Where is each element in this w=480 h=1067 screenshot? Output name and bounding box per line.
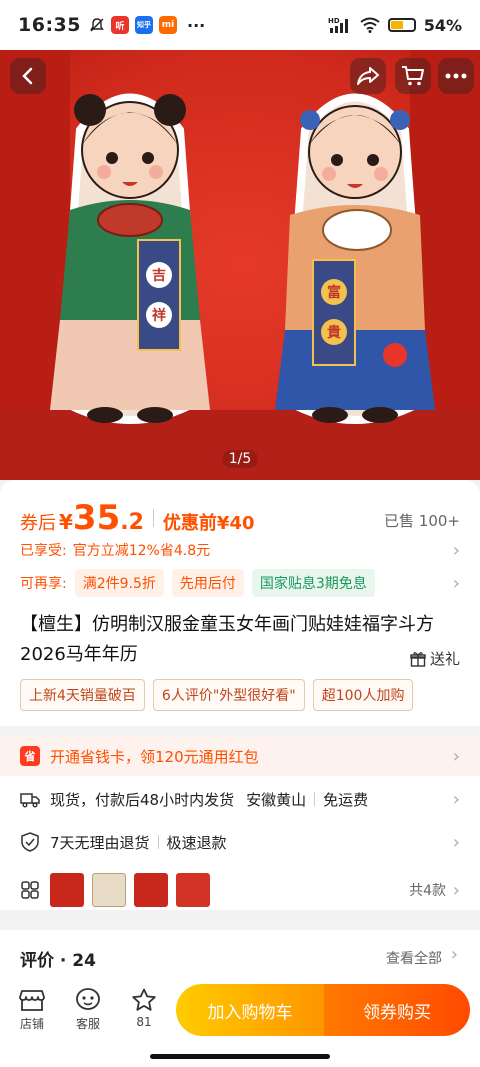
wifi-icon [360, 17, 380, 33]
chevron-right-icon: › [452, 788, 460, 810]
chat-face-icon [76, 988, 100, 1010]
status-bar: 16:35 听 知乎 mi ··· HD 54% [0, 0, 480, 50]
share-icon [357, 67, 379, 85]
tag-new-sales: 上新4天销量破百 [20, 679, 145, 711]
variant-thumb-4[interactable] [176, 873, 210, 907]
available-label: 可再享: [20, 576, 67, 592]
price-prefix: 券后 [20, 513, 56, 534]
badge-char-xiang: 祥 [152, 307, 166, 324]
more-offers-row[interactable]: 可再享: 满2件9.5折 先用后付 国家贴息3期免息 › [20, 568, 460, 598]
offer-pill-pay-later[interactable]: 先用后付 [171, 569, 244, 597]
service-label: 客服 [75, 1017, 100, 1031]
gift-button[interactable]: 送礼 [410, 648, 460, 669]
view-all-reviews-link[interactable]: 查看全部 [386, 948, 442, 968]
price-row: 券后 ¥ 35 .2 优惠前¥40 [20, 498, 255, 538]
battery-percent: 54% [423, 15, 462, 35]
more-button[interactable] [438, 58, 474, 94]
product-figure-left: 吉 祥 [50, 93, 210, 424]
product-title: 【檀生】仿明制汉服金童玉女年画门贴娃娃福字斗方2026马年年历 [20, 614, 434, 665]
returns-text: 7天无理由退货 [50, 833, 150, 852]
coupon-banner[interactable]: 省 开通省钱卡，领120元通用红包 › [0, 736, 480, 776]
chevron-right-icon: › [452, 745, 460, 767]
battery-icon [387, 18, 416, 32]
app-icon-ting: 听 [110, 16, 129, 34]
status-time: 16:35 [18, 14, 81, 36]
buy-with-coupon-button[interactable]: 领券购买 [324, 984, 470, 1036]
enjoyed-text: 官方立减12%省4.8元 [72, 543, 211, 559]
shield-check-icon [21, 832, 39, 852]
enjoyed-discount-row[interactable]: 已享受: 官方立减12%省4.8元 › [20, 538, 460, 562]
variants-count: 共4款 [409, 883, 446, 899]
app-icon-mi: mi [158, 16, 177, 34]
product-info-panel: 券后 ¥ 35 .2 优惠前¥40 已售 100+ 已享受: 官方立减12%省4… [0, 480, 480, 910]
badge-char-fu: 富 [327, 284, 341, 301]
shipping-location: 安徽黄山 [246, 790, 307, 809]
store-button[interactable]: 店铺 [12, 988, 52, 1032]
back-button[interactable] [10, 58, 46, 94]
shipping-row[interactable]: 现货，付款后48小时内发货 安徽黄山 免运费 › [20, 784, 460, 814]
highlight-tags: 上新4天销量破百 6人评价"外型很好看" 超100人加购 [20, 678, 460, 712]
home-indicator[interactable] [150, 1054, 330, 1059]
tag-added-to-cart: 超100人加购 [312, 679, 414, 711]
price-before-discount: 优惠前¥40 [162, 513, 255, 534]
chevron-right-icon: › [452, 879, 460, 901]
grid-icon [21, 881, 39, 899]
favorite-button[interactable]: 81 [124, 988, 164, 1029]
cart-icon [402, 66, 424, 86]
shipping-fee: 免运费 [323, 790, 369, 809]
signal-icon: HD [328, 17, 348, 33]
coupon-text: 开通省钱卡，领120元通用红包 [50, 747, 259, 766]
offer-pill-installment[interactable]: 国家贴息3期免息 [251, 569, 375, 597]
gift-icon [410, 651, 426, 667]
more-dots-icon: ··· [186, 15, 206, 35]
offer-pill-bundle[interactable]: 满2件9.5折 [74, 569, 164, 597]
share-button[interactable] [350, 58, 386, 94]
shipping-text: 现货，付款后48小时内发货 [50, 790, 235, 809]
chevron-right-icon: › [452, 539, 460, 561]
svg-text:HD: HD [328, 17, 340, 25]
tag-reviews: 6人评价"外型很好看" [152, 679, 305, 711]
badge-char-gui: 貴 [327, 324, 341, 341]
mute-icon [90, 18, 104, 32]
store-icon [19, 990, 45, 1011]
status-app-icons: 听 知乎 mi ··· [89, 16, 205, 35]
product-figure-right: 富 貴 [275, 93, 435, 424]
back-arrow-icon [22, 67, 33, 85]
chevron-right-icon: › [450, 944, 458, 965]
chevron-right-icon: › [452, 831, 460, 853]
add-to-cart-button[interactable]: 加入购物车 [176, 984, 324, 1036]
price-decimal: .2 [120, 510, 144, 535]
refund-text: 极速退款 [166, 833, 227, 852]
product-image-gallery[interactable]: 吉 祥 富 貴 1/5 [0, 50, 480, 480]
reviews-title: 评价 · 24 [20, 951, 96, 971]
battery-fill [390, 21, 403, 29]
variant-thumb-3[interactable] [134, 873, 168, 907]
price-integer: 35 [72, 498, 121, 538]
star-icon [132, 988, 156, 1011]
cart-button[interactable] [395, 58, 431, 94]
more-icon [445, 73, 467, 79]
gift-label: 送礼 [429, 650, 460, 668]
variant-thumb-1[interactable] [50, 873, 84, 907]
customer-service-button[interactable]: 客服 [68, 988, 108, 1032]
returns-row[interactable]: 7天无理由退货 极速退款 › [20, 827, 460, 857]
sold-count: 已售 100+ [384, 512, 460, 530]
store-label: 店铺 [19, 1017, 44, 1031]
variant-thumb-2[interactable] [92, 873, 126, 907]
delivery-truck-icon [20, 793, 40, 808]
price-currency: ¥ [59, 510, 73, 534]
variants-row[interactable]: 共4款 › [20, 872, 460, 908]
favorites-count: 81 [136, 1015, 152, 1029]
page-indicator: 1/5 [222, 450, 258, 468]
enjoyed-label: 已享受: [20, 543, 67, 559]
savings-card-icon: 省 [20, 746, 40, 766]
badge-char-ji: 吉 [152, 267, 166, 284]
reviews-section: 评价 · 24 查看全部 › [0, 930, 480, 978]
chevron-right-icon: › [452, 572, 460, 594]
app-icon-zhihu: 知乎 [134, 16, 153, 34]
